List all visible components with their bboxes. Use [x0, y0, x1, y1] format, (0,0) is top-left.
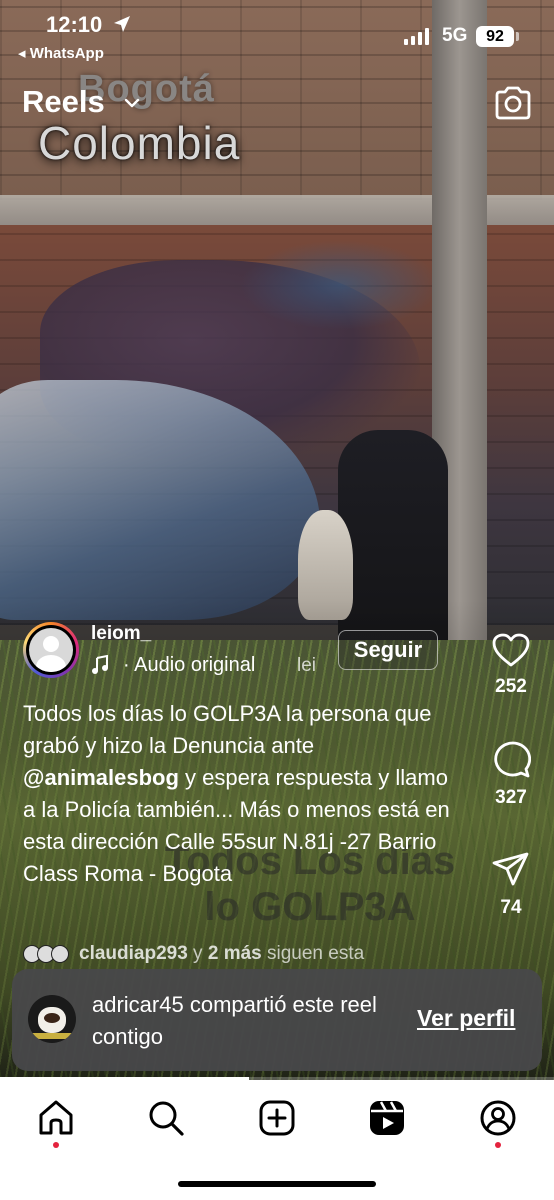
chevron-down-icon[interactable] [123, 94, 141, 112]
graffiti-blue [240, 240, 440, 330]
avatar[interactable] [23, 622, 79, 678]
username[interactable]: leiom_ [91, 623, 151, 645]
camera-icon[interactable] [494, 85, 532, 121]
share-notification[interactable]: adricar45 compartió este reel contigo Ve… [12, 969, 542, 1071]
video-place-line2: Colombia [38, 117, 241, 169]
location-arrow-icon [114, 16, 130, 32]
sharer-avatar [28, 995, 76, 1043]
followers-connector: y [187, 943, 208, 964]
send-icon[interactable] [491, 851, 531, 889]
battery-tip [516, 32, 519, 41]
profile-icon[interactable] [478, 1098, 518, 1138]
comment-icon[interactable] [491, 739, 531, 779]
share-message: adricar45 compartió este reel contigo [92, 992, 377, 1049]
home-indicator[interactable] [178, 1181, 376, 1187]
audio-scroll-text: lei [297, 655, 317, 676]
view-profile-link[interactable]: Ver perfil [417, 1005, 515, 1032]
back-to-whatsapp[interactable]: ◂ WhatsApp [18, 44, 104, 62]
profile-notification-dot [495, 1142, 501, 1148]
caption-text-start: Todos los días lo GOLP3A la persona que … [23, 701, 432, 758]
music-note-icon [92, 655, 108, 674]
status-time: 12:10 [46, 12, 103, 37]
followers-suffix: siguen esta [261, 943, 365, 964]
create-icon[interactable] [257, 1098, 297, 1138]
comment-action[interactable]: 327 [486, 739, 536, 809]
follower-username: claudiap293 [79, 943, 188, 964]
like-count: 252 [495, 676, 527, 697]
search-icon[interactable] [146, 1098, 186, 1138]
followed-by-row[interactable]: claudiap293 y 2 más siguen esta [23, 943, 364, 965]
network-type: 5G [442, 25, 468, 46]
follow-button[interactable]: Seguir [338, 630, 438, 670]
battery-icon: 92 [476, 26, 514, 47]
heart-icon[interactable] [491, 632, 531, 668]
home-notification-dot [53, 1142, 59, 1148]
reels-title[interactable]: Reels [22, 84, 105, 120]
home-icon[interactable] [36, 1098, 76, 1138]
video-caption-line2: lo GOLP3A [204, 885, 416, 929]
share-count: 74 [500, 897, 522, 918]
followers-more: 2 más [207, 943, 262, 964]
share-action[interactable]: 74 [486, 851, 536, 919]
like-action[interactable]: 252 [486, 632, 536, 698]
reel-video[interactable]: Bogotá Colombia Todos Los días lo GOLP3A [0, 0, 554, 1080]
caption-mention-link[interactable]: @animalesbog [23, 765, 179, 790]
follower-avatar [51, 945, 69, 963]
audio-label[interactable]: · Audio original [123, 654, 255, 677]
reels-icon[interactable] [367, 1098, 407, 1138]
comment-count: 327 [495, 787, 527, 808]
signal-icon [404, 27, 429, 45]
post-caption[interactable]: Todos los días lo GOLP3A la persona que … [23, 698, 463, 890]
followers-text: claudiap293 y 2 más siguen esta [79, 943, 364, 965]
default-avatar-icon [29, 628, 73, 672]
